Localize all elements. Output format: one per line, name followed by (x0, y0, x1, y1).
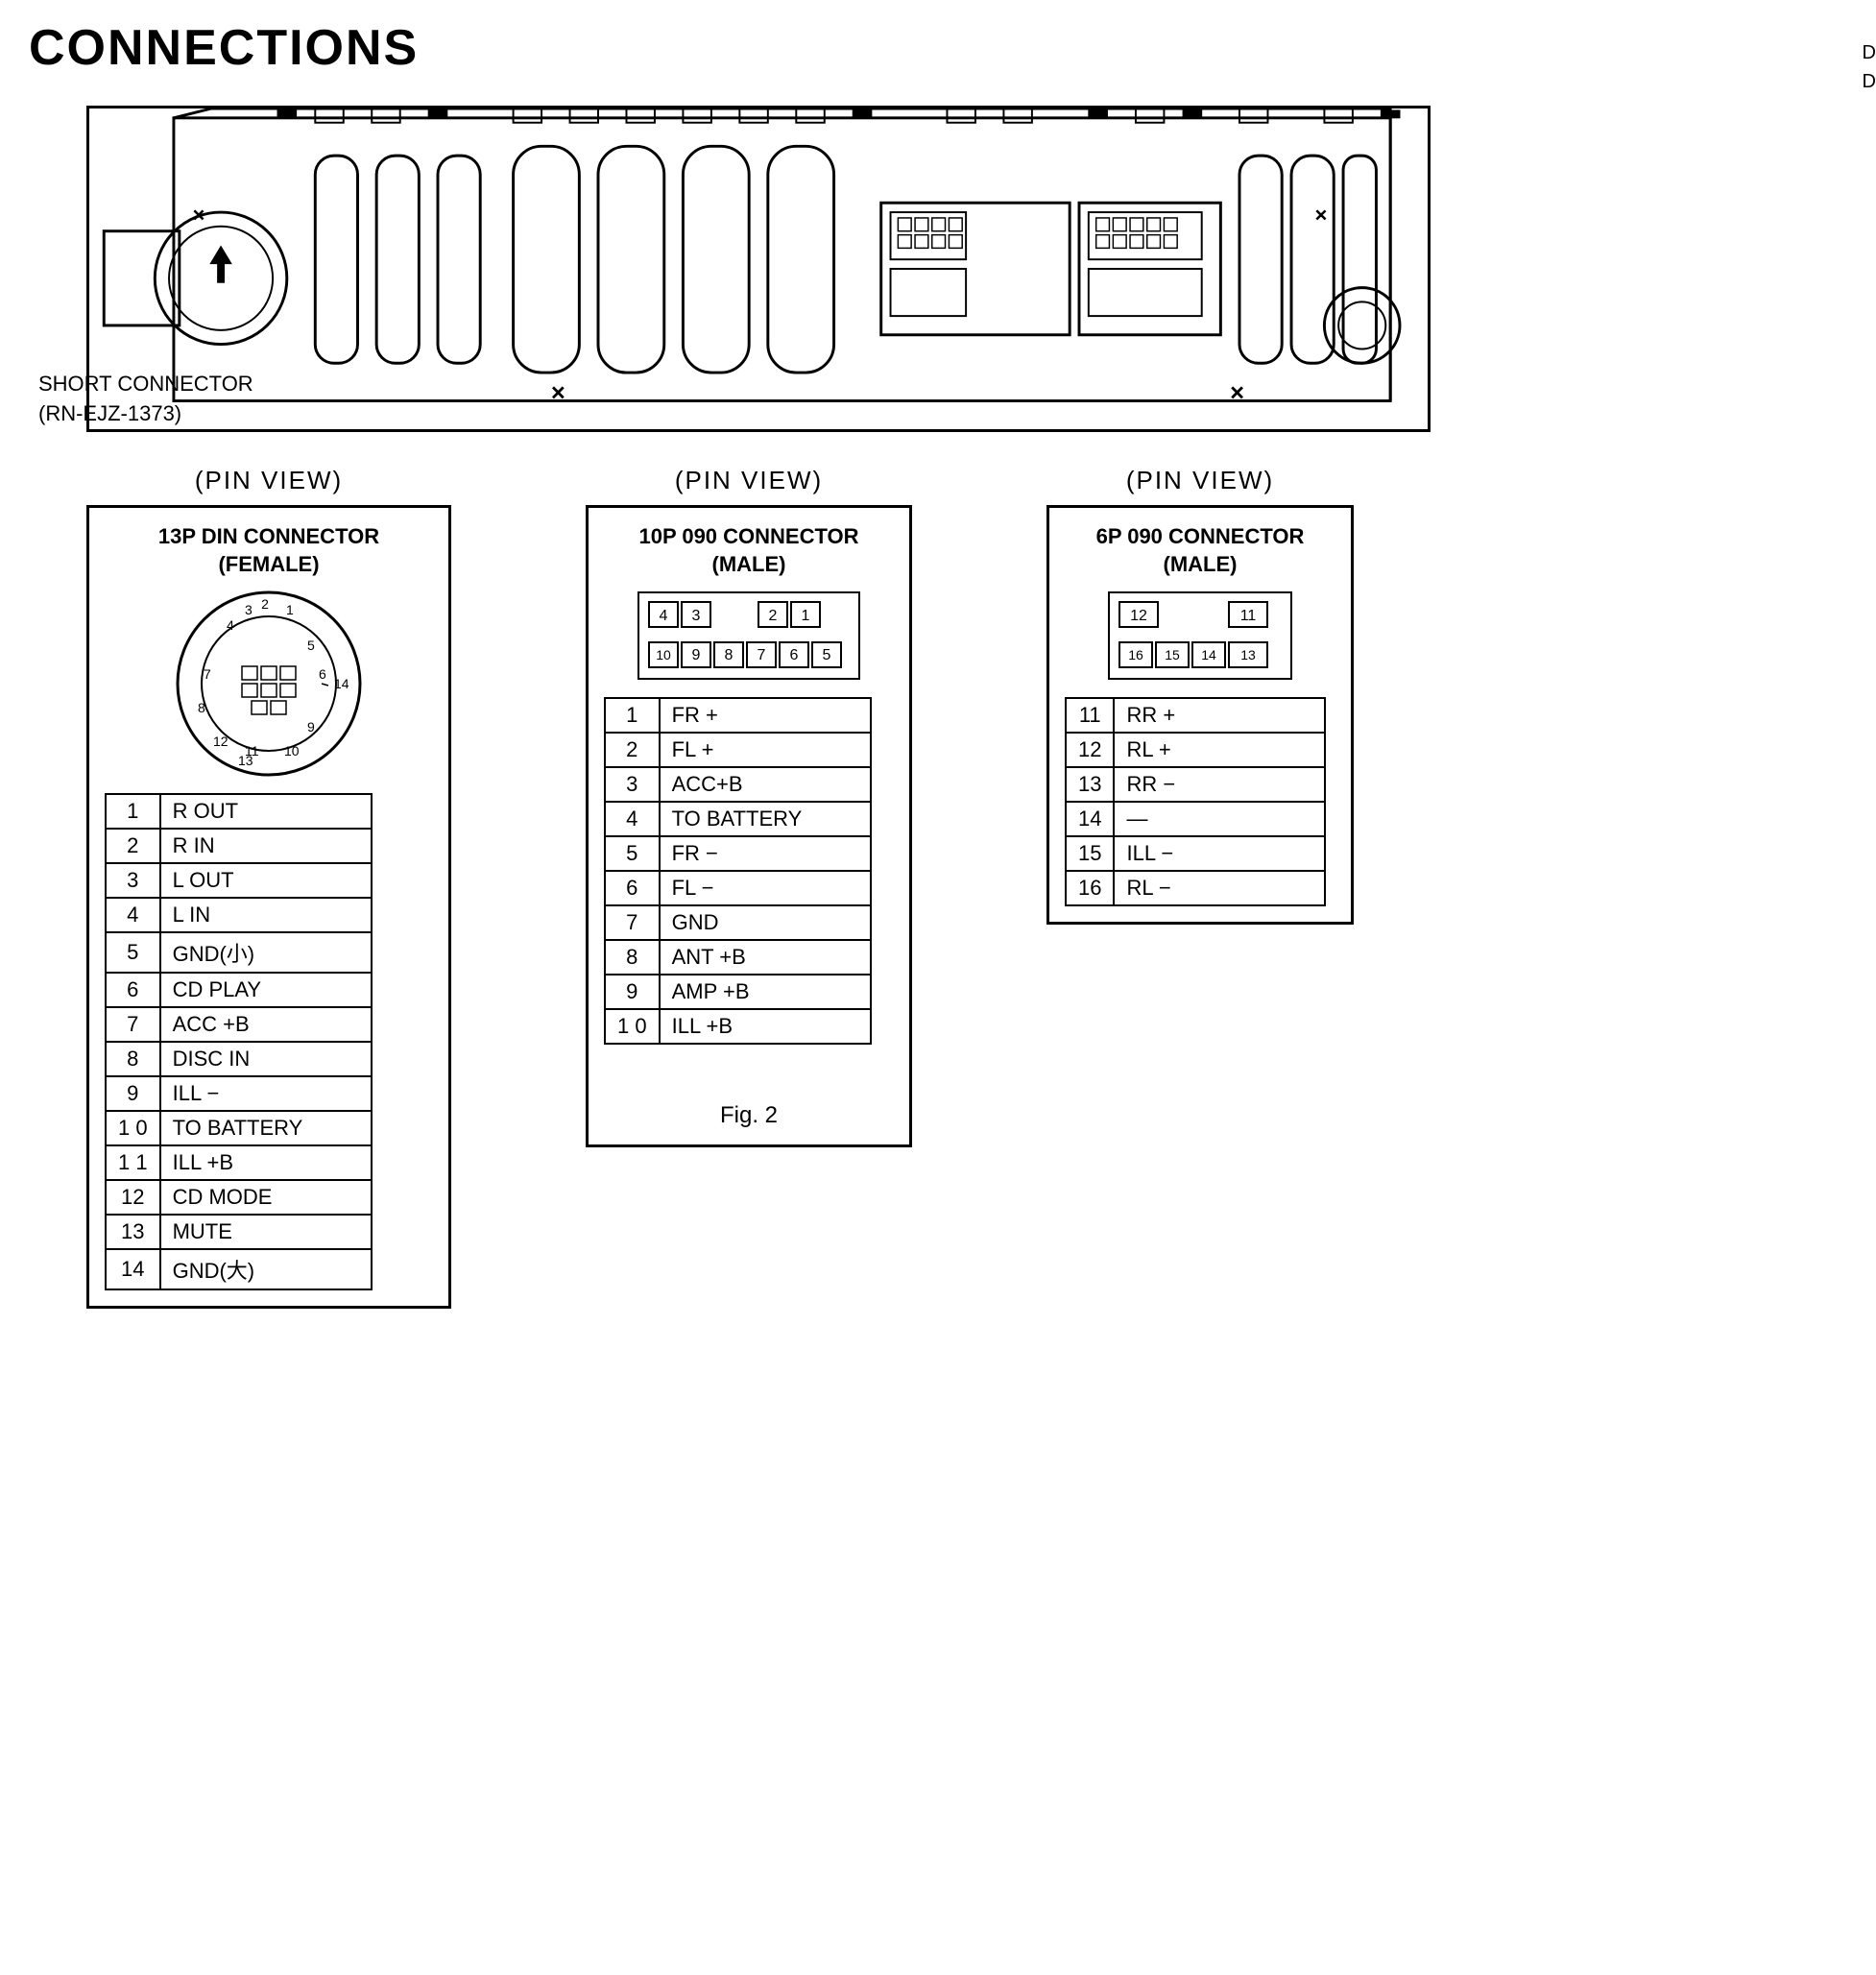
short-connector-label: SHORT CONNECTOR (RN-EJZ-1373) (38, 370, 253, 429)
table-row: 4TO BATTERY (605, 802, 871, 836)
device-diagram: × × × (86, 106, 1431, 432)
table-row: 6CD PLAY (106, 973, 372, 1007)
table-row: 6FL − (605, 871, 871, 905)
pin-view-label-13p: (PIN VIEW) (195, 466, 343, 495)
conn-table-10p: 1FR + 2FL + 3ACC+B 4TO BATTERY 5FR − 6FL… (604, 697, 872, 1045)
svg-text:2: 2 (769, 608, 778, 624)
table-row: 1R OUT (106, 794, 372, 829)
table-row: 14— (1066, 802, 1325, 836)
pin-view-label-10p: (PIN VIEW) (675, 466, 823, 495)
table-row: 2FL + (605, 733, 871, 767)
table-row: 9AMP +B (605, 975, 871, 1009)
pin-tables-section: (PIN VIEW) 13P DIN CONNECTOR(FEMALE) (29, 466, 1876, 1309)
table-row: 15ILL − (1066, 836, 1325, 871)
table-row: 1 0ILL +B (605, 1009, 871, 1044)
table-row: 5FR − (605, 836, 871, 871)
device-svg: × × × (86, 106, 1431, 432)
svg-text:11: 11 (1240, 608, 1257, 624)
pin-view-block-6p: (PIN VIEW) 6P 090 CONNECTOR(MALE) 12 11 (1046, 466, 1354, 925)
note-line-1: D (1863, 38, 1876, 67)
table-row: 8DISC IN (106, 1042, 372, 1076)
table-row: 4L IN (106, 898, 372, 932)
page-title: CONNECTIONS (29, 19, 1876, 77)
svg-text:8: 8 (725, 647, 734, 663)
svg-text:12: 12 (213, 734, 228, 749)
pin-view-label-6p: (PIN VIEW) (1126, 466, 1274, 495)
connector-title-6p: 6P 090 CONNECTOR(MALE) (1065, 523, 1335, 578)
svg-text:10: 10 (284, 743, 300, 759)
table-row: 8ANT +B (605, 940, 871, 975)
svg-text:9: 9 (307, 719, 315, 735)
note-line-2: D (1863, 67, 1876, 96)
table-row: 12RL + (1066, 733, 1325, 767)
svg-text:5: 5 (823, 647, 831, 663)
svg-text:14: 14 (1201, 647, 1216, 662)
svg-text:13: 13 (1240, 647, 1256, 662)
svg-text:14: 14 (334, 676, 349, 691)
svg-text:×: × (1315, 203, 1328, 227)
pin-diagram-10p: 4 3 2 1 10 9 8 (634, 588, 864, 684)
svg-text:×: × (1230, 380, 1244, 407)
table-row: 7ACC +B (106, 1007, 372, 1042)
table-row: 1 0TO BATTERY (106, 1111, 372, 1145)
table-row: 1FR + (605, 698, 871, 733)
svg-text:3: 3 (692, 608, 701, 624)
svg-text:13: 13 (238, 753, 253, 768)
svg-text:6: 6 (319, 666, 326, 682)
connector-title-10p: 10P 090 CONNECTOR(MALE) (604, 523, 894, 578)
svg-text:5: 5 (307, 638, 315, 653)
table-row: 5GND(小) (106, 932, 372, 973)
svg-text:6: 6 (790, 647, 799, 663)
pin-diagram-6p: 12 11 16 15 14 13 (1104, 588, 1296, 684)
table-row: 3L OUT (106, 863, 372, 898)
table-row: 12CD MODE (106, 1180, 372, 1215)
svg-text:×: × (551, 380, 565, 407)
svg-text:8: 8 (198, 700, 205, 715)
svg-text:16: 16 (1128, 647, 1143, 662)
table-row: 13MUTE (106, 1215, 372, 1249)
svg-text:1: 1 (802, 608, 810, 624)
svg-text:7: 7 (204, 666, 211, 682)
pin-view-block-13p: (PIN VIEW) 13P DIN CONNECTOR(FEMALE) (86, 466, 451, 1309)
table-row: 16RL − (1066, 871, 1325, 905)
table-row: 7GND (605, 905, 871, 940)
svg-text:7: 7 (758, 647, 766, 663)
svg-text:4: 4 (227, 617, 234, 633)
svg-text:×: × (193, 203, 205, 227)
connector-title-13p: 13P DIN CONNECTOR(FEMALE) (105, 523, 433, 578)
svg-text:1: 1 (286, 602, 294, 617)
table-row: 14GND(大) (106, 1249, 372, 1289)
table-row: 13RR − (1066, 767, 1325, 802)
svg-text:9: 9 (692, 647, 701, 663)
table-row: 11RR + (1066, 698, 1325, 733)
svg-text:2: 2 (261, 596, 269, 612)
table-row: 9ILL − (106, 1076, 372, 1111)
table-row: 2R IN (106, 829, 372, 863)
fig-label: Fig. 2 (604, 1102, 894, 1129)
pin-view-block-10p: (PIN VIEW) 10P 090 CONNECTOR(MALE) 4 3 2 (586, 466, 912, 1147)
pin-diagram-13p: 2 1 3 4 5 6 7 8 9 10 11 12 13 1 (173, 588, 365, 780)
svg-text:12: 12 (1130, 608, 1147, 624)
svg-text:3: 3 (245, 602, 253, 617)
top-right-note: D D (1863, 38, 1876, 96)
svg-text:10: 10 (656, 647, 671, 662)
table-row: 3ACC+B (605, 767, 871, 802)
conn-table-6p: 11RR + 12RL + 13RR − 14— 15ILL − 16RL − (1065, 697, 1326, 906)
table-row: 1 1ILL +B (106, 1145, 372, 1180)
svg-text:15: 15 (1165, 647, 1180, 662)
conn-table-13p: 1R OUT 2R IN 3L OUT 4L IN 5GND(小) 6CD PL… (105, 793, 373, 1290)
svg-text:4: 4 (660, 608, 668, 624)
